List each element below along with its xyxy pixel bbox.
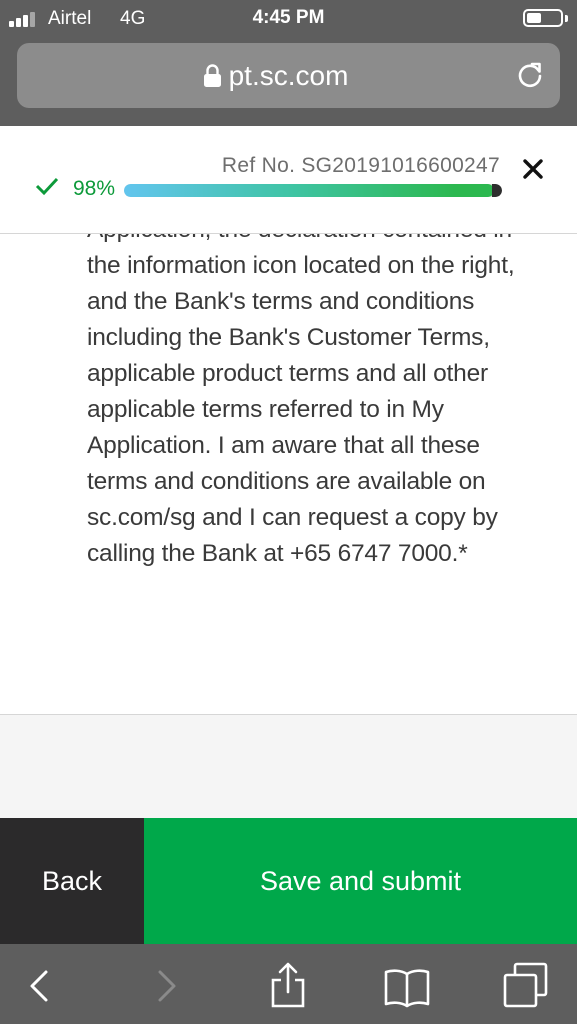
reference-number: Ref No. SG20191016600247 <box>221 154 500 177</box>
battery-tip <box>565 15 568 22</box>
progress-bar-fill <box>124 184 495 197</box>
application-progress-header: Ref No. SG20191016600247 98% <box>0 126 577 234</box>
tabs-icon[interactable] <box>502 962 550 1010</box>
screen: Airtel 4G 4:45 PM pt.sc.com Ref No. SG20… <box>0 0 577 1024</box>
status-bar: Airtel 4G 4:45 PM <box>0 0 577 38</box>
address-bar[interactable]: pt.sc.com <box>17 43 560 108</box>
checkmark-icon <box>35 177 59 196</box>
terms-content-area[interactable]: Application, the declaration contained i… <box>0 234 577 715</box>
save-and-submit-button[interactable]: Save and submit <box>144 818 577 944</box>
progress-bar <box>124 184 502 197</box>
status-time: 4:45 PM <box>252 7 325 28</box>
browser-top-chrome: Airtel 4G 4:45 PM pt.sc.com <box>0 0 577 126</box>
content-footer-spacer <box>0 715 577 818</box>
browser-toolbar <box>0 944 577 1024</box>
back-arrow-icon[interactable] <box>16 962 64 1010</box>
share-icon[interactable] <box>264 962 312 1010</box>
progress-bar-end <box>492 184 502 197</box>
terms-declaration-text: Application, the declaration contained i… <box>87 234 515 567</box>
battery-icon <box>523 9 563 27</box>
back-button[interactable]: Back <box>0 818 144 944</box>
url-text: pt.sc.com <box>228 60 349 91</box>
forward-arrow-icon[interactable] <box>142 962 190 1010</box>
progress-percent: 98% <box>73 177 116 200</box>
close-icon[interactable] <box>523 159 543 179</box>
reload-icon[interactable] <box>515 60 545 90</box>
bookmarks-icon[interactable] <box>383 962 431 1010</box>
